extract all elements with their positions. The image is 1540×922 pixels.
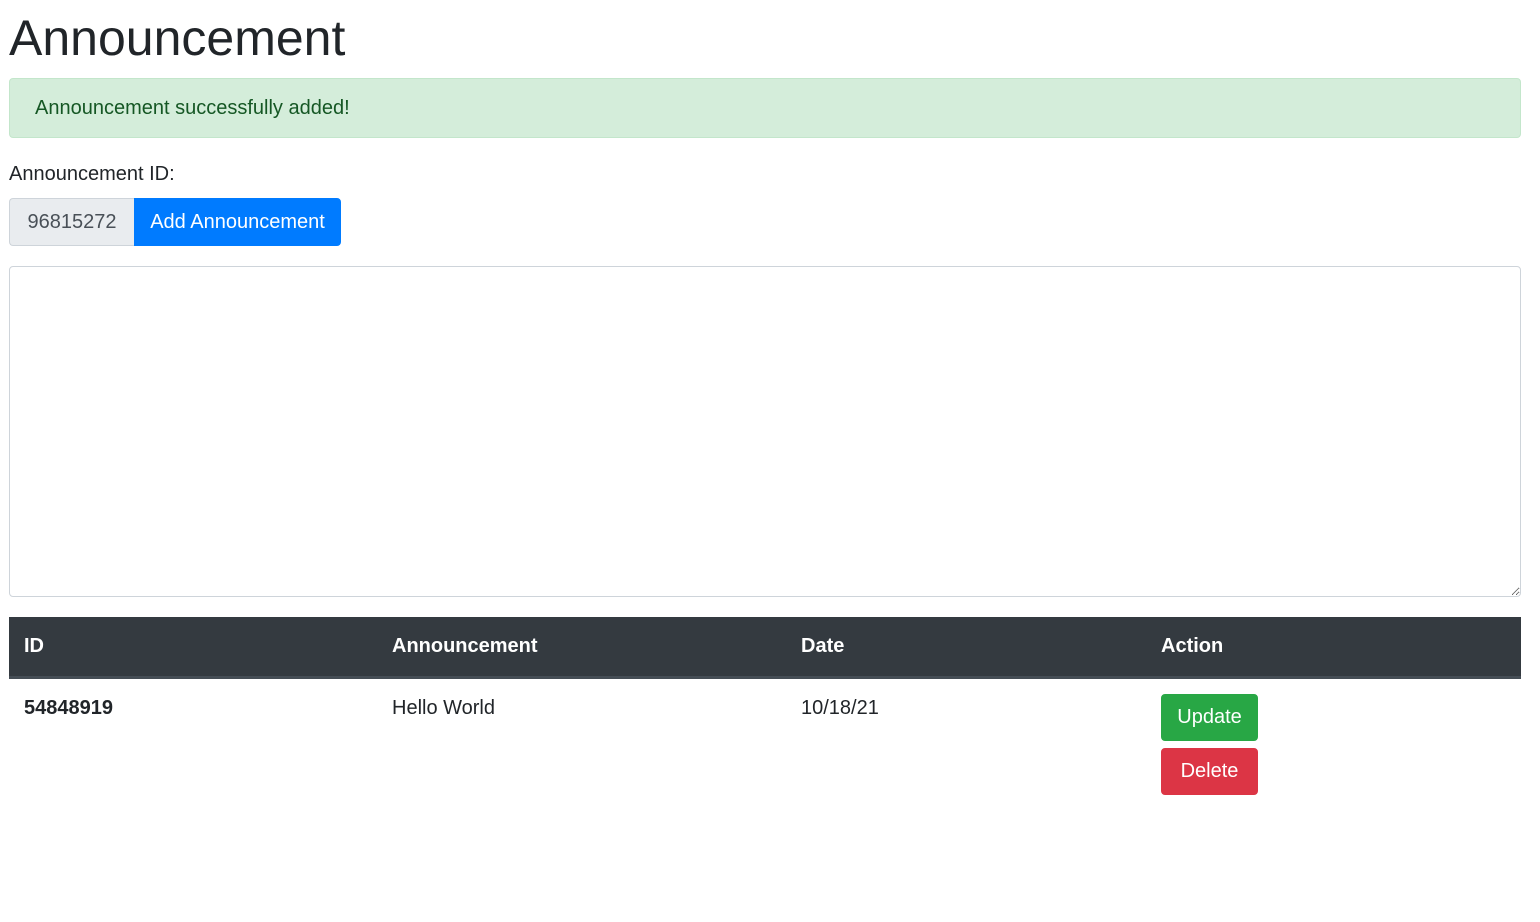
page-title: Announcement <box>9 10 346 66</box>
row-date: 10/18/21 <box>801 696 879 719</box>
update-button[interactable]: Update <box>1161 693 1258 741</box>
announcement-id-value: 96815272 <box>9 198 134 246</box>
table-header: ID Announcement Date Action <box>9 617 1521 679</box>
row-announcement: Hello World <box>392 696 495 719</box>
row-actions: Update Delete <box>1146 677 1521 807</box>
header-announcement: Announcement <box>377 617 786 679</box>
announcement-textarea[interactable] <box>9 266 1521 597</box>
success-alert-message: Announcement successfully added! <box>35 97 350 119</box>
table-header-row: ID Announcement Date Action <box>9 617 1521 679</box>
add-announcement-button[interactable]: Add Announcement <box>134 198 341 246</box>
row-id: 54848919 <box>24 696 113 719</box>
action-buttons: Update Delete <box>1161 693 1506 795</box>
success-alert: Announcement successfully added! <box>9 78 1521 138</box>
delete-button[interactable]: Delete <box>1161 747 1258 795</box>
page-container: Announcement Announcement successfully a… <box>9 0 1521 807</box>
header-id: ID <box>9 617 377 679</box>
table-body: 54848919 Hello World 10/18/21 Update Del… <box>9 677 1521 807</box>
announcements-table: ID Announcement Date Action 54848919 Hel… <box>9 617 1521 807</box>
header-action: Action <box>1146 617 1521 679</box>
announcement-id-label: Announcement ID: <box>9 163 175 185</box>
table-row: 54848919 Hello World 10/18/21 Update Del… <box>9 677 1521 807</box>
header-date: Date <box>786 617 1146 679</box>
announcement-id-input-group: 96815272 Add Announcement <box>9 198 1521 246</box>
